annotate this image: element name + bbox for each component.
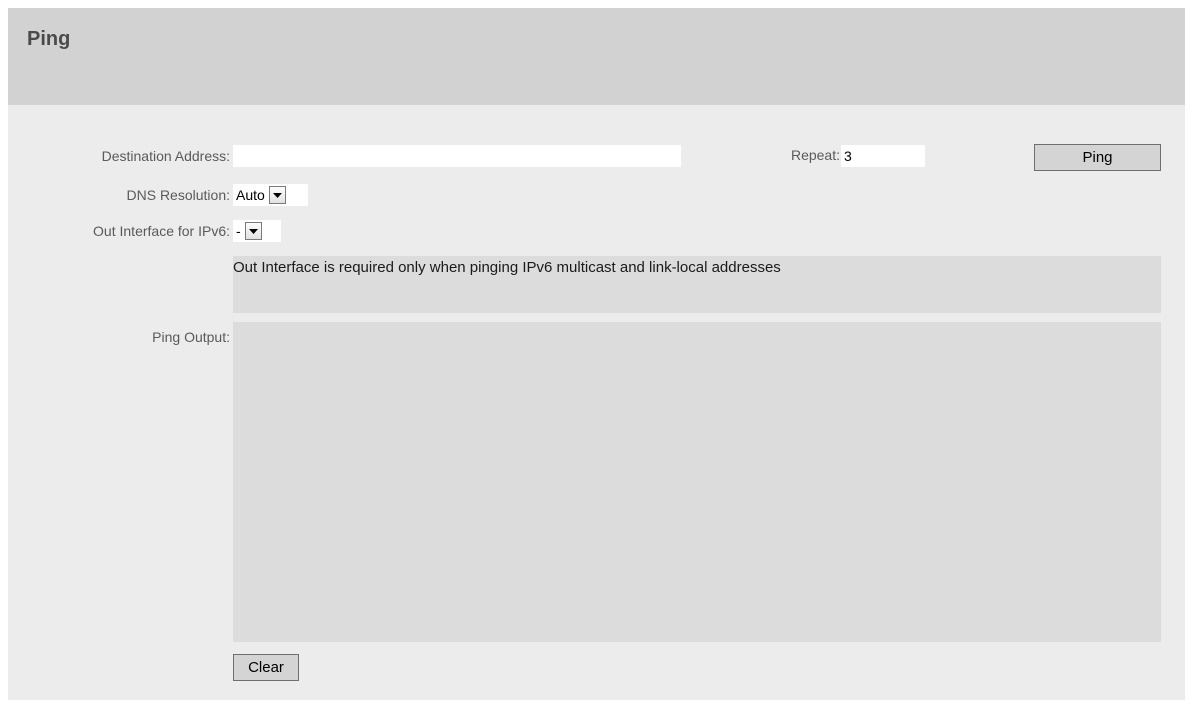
destination-address-label: Destination Address: xyxy=(101,148,230,164)
dns-resolution-value: Auto xyxy=(236,187,265,203)
page-title: Ping xyxy=(27,28,71,50)
repeat-label: Repeat: xyxy=(790,147,840,163)
out-interface-label: Out Interface for IPv6: xyxy=(93,223,230,239)
ping-page: Ping Destination Address: Repeat: Ping D… xyxy=(8,8,1185,700)
destination-address-input[interactable] xyxy=(233,145,681,167)
ping-output-label: Ping Output: xyxy=(152,329,230,345)
dns-resolution-select[interactable]: Auto xyxy=(233,184,308,206)
chevron-down-icon[interactable] xyxy=(268,186,286,204)
chevron-down-icon[interactable] xyxy=(244,222,262,240)
dns-resolution-label: DNS Resolution: xyxy=(126,187,231,203)
ping-button[interactable]: Ping xyxy=(1034,144,1161,171)
ping-output-area[interactable] xyxy=(233,322,1161,642)
repeat-input[interactable] xyxy=(841,145,925,167)
page-header: Ping xyxy=(8,8,1185,105)
out-interface-value: - xyxy=(236,223,241,239)
clear-button[interactable]: Clear xyxy=(233,654,299,681)
out-interface-note: Out Interface is required only when ping… xyxy=(233,256,1161,313)
out-interface-select[interactable]: - xyxy=(233,220,281,242)
